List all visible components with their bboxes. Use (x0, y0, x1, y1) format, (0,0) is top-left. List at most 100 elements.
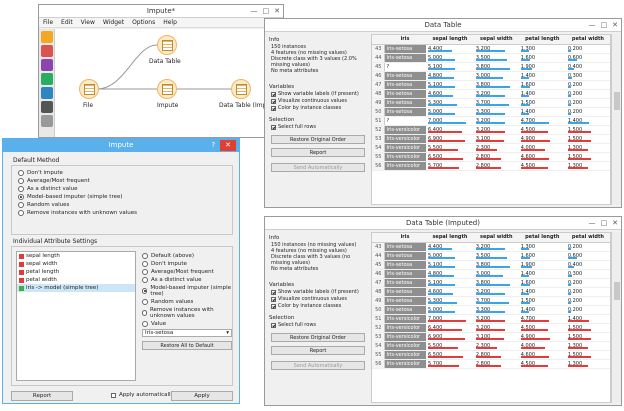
value-cell[interactable]: 1.600 (518, 278, 566, 288)
class-cell[interactable]: Iris-versicolor (384, 359, 426, 369)
value-cell[interactable]: 1.300 (565, 359, 610, 369)
class-cell[interactable]: Iris-versicolor (384, 350, 426, 360)
select-full-rows-checkbox[interactable]: Select full rows (271, 124, 369, 130)
class-cell[interactable]: Iris-versicolor (384, 125, 426, 135)
value-cell[interactable]: 5.700 (426, 161, 474, 171)
value-cell[interactable]: 0.400 (565, 260, 610, 270)
value-cell[interactable]: 4.500 (518, 359, 566, 369)
table-row[interactable]: 47 Iris-setosa 5.100 3.800 1.600 0.200 (372, 80, 610, 90)
table-row[interactable]: 49 Iris-setosa 5.300 3.700 1.500 0.200 (372, 98, 610, 108)
help-icon[interactable]: ? (211, 139, 215, 152)
column-header[interactable]: petal width (565, 233, 610, 243)
menu-options[interactable]: Options (132, 18, 155, 27)
value-cell[interactable]: 4.600 (518, 152, 566, 162)
report-button[interactable]: Report (11, 391, 73, 401)
report-button[interactable]: Report (271, 148, 365, 157)
value-cell[interactable]: 1.300 (565, 161, 610, 171)
value-cell[interactable]: 2.800 (473, 350, 519, 360)
table-row[interactable]: 44 Iris-setosa 5.000 3.500 1.600 0.600 (372, 53, 610, 63)
report-button[interactable]: Report (271, 346, 365, 355)
column-header[interactable]: petal length (518, 233, 566, 243)
attribute-item[interactable]: iris -> model (simple tree) (17, 284, 135, 292)
default-radio-distinct[interactable]: As a distinct value (18, 186, 226, 192)
value-cell[interactable]: 0.200 (565, 242, 610, 252)
send-automatically-button[interactable]: Send Automatically (271, 361, 365, 370)
value-cell[interactable]: 3.000 (473, 269, 519, 279)
class-cell[interactable]: Iris-versicolor (384, 332, 426, 342)
attr-radio-dont-impute[interactable]: Don't impute (142, 261, 232, 267)
class-cell[interactable]: Iris-setosa (384, 242, 426, 252)
data-table-imputed-node[interactable] (231, 79, 251, 99)
table-row[interactable]: 53 Iris-versicolor 6.900 3.100 4.900 1.500 (372, 332, 610, 342)
value-cell[interactable]: 6.500 (426, 152, 474, 162)
column-header[interactable]: iris (384, 35, 426, 45)
value-cell[interactable]: 6.900 (426, 332, 474, 342)
value-cell[interactable]: 3.700 (473, 98, 519, 108)
search-icon[interactable] (40, 115, 53, 127)
value-cell[interactable]: 2.800 (473, 152, 519, 162)
value-cell[interactable]: 1.400 (518, 71, 566, 81)
value-cell[interactable]: 5.300 (426, 296, 474, 306)
maximize-icon[interactable]: □ (601, 19, 608, 32)
data-table-node[interactable] (157, 35, 177, 55)
value-cell[interactable]: 5.000 (426, 53, 474, 63)
value-cell[interactable]: 1.400 (518, 107, 566, 117)
value-cell[interactable]: 3.200 (473, 125, 519, 135)
default-radio-dont-impute[interactable]: Don't impute (18, 170, 226, 176)
class-cell[interactable]: Iris-setosa (384, 89, 426, 99)
value-cell[interactable]: 3.700 (473, 296, 519, 306)
value-cell[interactable]: 3.500 (473, 53, 519, 63)
value-cell[interactable]: 1.300 (518, 44, 566, 54)
show-labels-checkbox[interactable]: Show variable labels (if present) (271, 91, 369, 97)
value-cell[interactable]: 0.400 (565, 62, 610, 72)
class-cell[interactable]: Iris-setosa (384, 287, 426, 297)
table-row[interactable]: 52 Iris-versicolor 6.400 3.200 4.500 1.500 (372, 323, 610, 333)
table-row[interactable]: 54 Iris-versicolor 5.500 2.300 4.000 1.300 (372, 341, 610, 351)
table-row[interactable]: 43 Iris-setosa 4.400 3.200 1.300 0.200 (372, 242, 610, 252)
attr-radio-average[interactable]: Average/Most frequent (142, 269, 232, 275)
class-cell[interactable]: Iris-setosa (384, 71, 426, 81)
color-by-class-checkbox[interactable]: Color by instance classes (271, 105, 369, 111)
value-cell[interactable]: 0.200 (565, 80, 610, 90)
attribute-item[interactable]: petal length (17, 268, 135, 276)
class-cell[interactable]: Iris-versicolor (384, 314, 426, 324)
class-cell[interactable]: Iris-versicolor (384, 143, 426, 153)
value-cell[interactable]: 2.800 (473, 161, 519, 171)
default-radio-model[interactable]: Model-based imputer (simple tree) (18, 194, 226, 200)
class-cell[interactable]: Iris-setosa (384, 107, 426, 117)
value-cell[interactable]: 1.300 (565, 143, 610, 153)
visualize-category-icon[interactable] (40, 45, 53, 57)
table-row[interactable]: 51? 7.000 3.200 4.700 1.400 (372, 116, 610, 126)
value-cell[interactable]: 2.300 (473, 341, 519, 351)
text-category-icon[interactable] (40, 101, 53, 113)
value-cell[interactable]: 4.900 (518, 332, 566, 342)
value-cell[interactable]: 5.500 (426, 143, 474, 153)
data-grid[interactable]: iris sepal length sepal width petal leng… (371, 232, 611, 403)
class-cell[interactable]: Iris-versicolor (384, 152, 426, 162)
attr-radio-random[interactable]: Random values (142, 299, 232, 305)
value-cell[interactable]: 7.000 (426, 314, 474, 324)
model-category-icon[interactable] (40, 59, 53, 71)
value-cell[interactable]: 0.300 (565, 269, 610, 279)
minimize-icon[interactable]: — (589, 19, 596, 32)
column-header[interactable]: petal width (565, 35, 610, 45)
value-cell[interactable]: 1.500 (518, 98, 566, 108)
value-cell[interactable]: 4.900 (518, 134, 566, 144)
unsupervised-category-icon[interactable] (40, 87, 53, 99)
maximize-icon[interactable]: □ (601, 217, 608, 230)
value-cell[interactable]: 1.300 (518, 242, 566, 252)
table-row[interactable]: 54 Iris-versicolor 5.500 2.300 4.000 1.300 (372, 143, 610, 153)
class-cell[interactable]: Iris-setosa (384, 278, 426, 288)
class-cell[interactable]: Iris-setosa (384, 296, 426, 306)
value-cell[interactable]: 3.200 (473, 287, 519, 297)
value-cell[interactable]: 0.600 (565, 53, 610, 63)
value-cell[interactable]: 3.200 (473, 116, 519, 126)
value-cell[interactable]: 1.400 (518, 269, 566, 279)
value-cell[interactable]: 4.400 (426, 44, 474, 54)
restore-order-button[interactable]: Restore Original Order (271, 135, 365, 144)
value-cell[interactable]: 3.200 (473, 242, 519, 252)
minimize-icon[interactable]: — (251, 5, 258, 18)
value-cell[interactable]: 1.400 (518, 287, 566, 297)
minimize-icon[interactable]: — (589, 217, 596, 230)
attr-radio-value[interactable]: Value (142, 321, 232, 327)
